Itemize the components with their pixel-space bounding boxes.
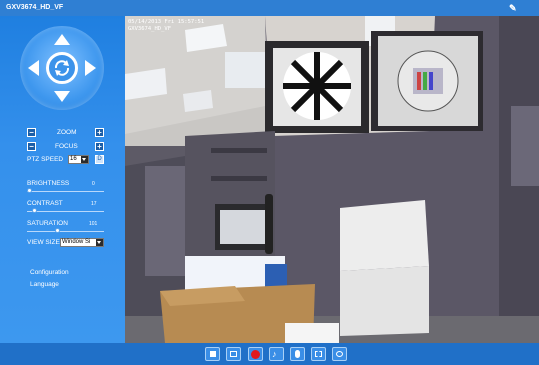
focus-label: FOCUS [55,143,78,150]
ptz-left-arrow-icon[interactable] [28,60,39,76]
brightness-slider-handle[interactable] [27,188,32,193]
pin-icon[interactable]: ✎ [509,1,519,15]
saturation-slider[interactable] [27,231,104,232]
focus-in-button[interactable]: + [95,142,104,151]
stop-button[interactable] [205,347,220,361]
contrast-slider-handle[interactable] [32,208,37,213]
contrast-value: 17 [91,201,97,207]
audio-icon: ♪ [272,349,277,359]
zoom-out-button[interactable]: − [27,128,36,137]
brightness-label: BRIGHTNESS [27,180,70,187]
ptz-speed-value: 16 [70,156,77,162]
ptz-speed-select[interactable]: 16 [68,155,89,164]
focus-out-button[interactable]: − [27,142,36,151]
view-size-label: VIEW SIZE [27,239,60,246]
snapshot-icon [230,351,237,357]
video-overlay: 05/14/2013 Fri 15:57:51 GXV3674_HD_VF [128,19,204,33]
configuration-link[interactable]: Configuration [30,269,69,276]
ptz-down-arrow-icon[interactable] [54,91,70,102]
view-size-select[interactable]: Window Si [60,238,104,247]
window-title: GXV3674_HD_VF [6,4,64,11]
title-bar: GXV3674_HD_VF ✎ [0,0,539,16]
ptz-speed-label: PTZ SPEED [27,156,64,163]
saturation-slider-handle[interactable] [55,228,60,233]
fullscreen-button[interactable] [311,347,326,361]
video-camera-name: GXV3674_HD_VF [128,26,172,32]
microphone-button[interactable] [290,347,305,361]
zoom-in-button[interactable]: + [95,128,104,137]
brightness-slider[interactable] [27,191,104,192]
brightness-value: 0 [92,181,95,187]
zoom-label: ZOOM [57,129,77,136]
rotate-icon [54,60,70,76]
settings-button[interactable] [332,347,347,361]
language-link[interactable]: Language [30,281,59,288]
ptz-control [20,26,104,110]
microphone-icon [295,350,300,358]
video-feed[interactable]: 05/14/2013 Fri 15:57:51 GXV3674_HD_VF [125,16,539,343]
contrast-label: CONTRAST [27,200,63,207]
snapshot-button[interactable] [226,347,241,361]
stop-icon [210,351,216,357]
audio-button[interactable]: ♪ [269,347,284,361]
ptz-right-arrow-icon[interactable] [85,60,96,76]
control-panel: − ZOOM + − FOCUS + PTZ SPEED 16 D BRIGHT… [0,16,125,343]
fullscreen-icon [315,351,322,357]
view-size-value: Window Si [62,239,91,245]
contrast-slider[interactable] [27,211,104,212]
settings-icon [336,351,343,357]
saturation-value: 101 [89,221,98,227]
record-icon [251,350,260,359]
ptz-auto-rotate-button[interactable] [46,52,78,84]
saturation-label: SATURATION [27,220,68,227]
record-button[interactable] [248,347,263,361]
chevron-down-icon [81,156,88,163]
chevron-down-icon [96,239,103,246]
video-timestamp: 05/14/2013 Fri 15:57:51 [128,19,205,25]
bottom-toolbar: ♪ [0,343,539,365]
camera-image [125,16,539,343]
ptz-default-button[interactable]: D [95,155,104,164]
ptz-up-arrow-icon[interactable] [54,34,70,45]
